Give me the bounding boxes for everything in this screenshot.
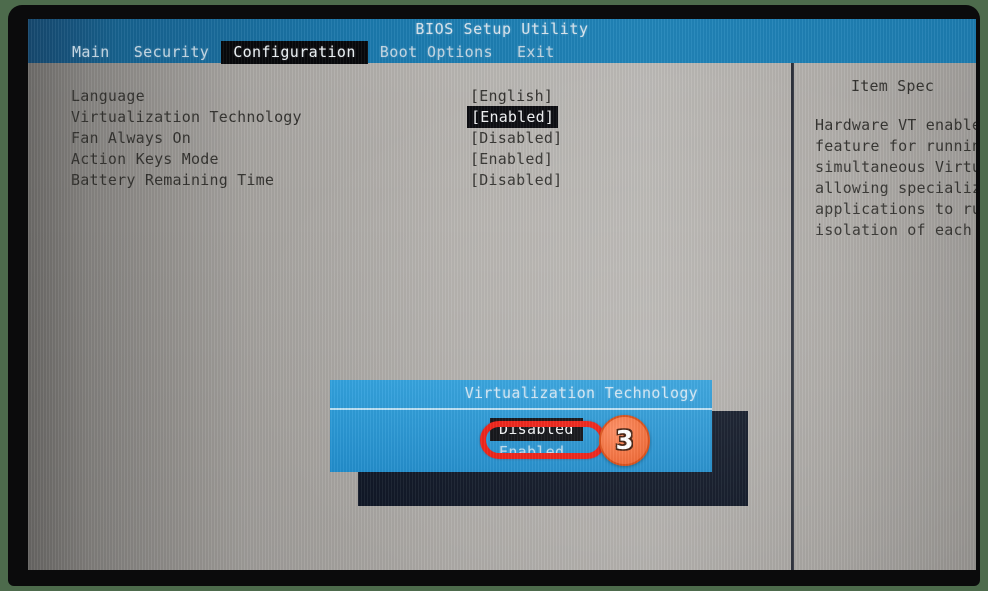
setting-value[interactable]: [Disabled] <box>468 171 564 189</box>
tab-security[interactable]: Security <box>122 41 221 64</box>
help-line: simultaneous Virtu <box>815 158 976 176</box>
setting-row-action-keys-mode[interactable]: Action Keys Mode [Enabled] <box>48 150 768 171</box>
help-panel-title: Item Spec <box>851 77 935 95</box>
setting-value[interactable]: [Enabled] <box>468 150 555 168</box>
help-line: allowing specializ <box>815 179 976 197</box>
setting-value[interactable]: [Disabled] <box>468 129 564 147</box>
setting-row-virtualization-technology[interactable]: Virtualization Technology [Enabled] <box>48 107 768 129</box>
setting-label: Fan Always On <box>71 129 191 147</box>
settings-list: Language [English] Virtualization Techno… <box>48 87 768 192</box>
help-line: feature for runnin <box>815 137 976 155</box>
setting-label: Action Keys Mode <box>71 150 219 168</box>
annotation-step-badge: 3 <box>599 415 650 466</box>
annotation-step-number: 3 <box>615 425 634 456</box>
setting-label: Language <box>71 87 145 105</box>
tab-main[interactable]: Main <box>60 41 122 64</box>
tab-configuration[interactable]: Configuration <box>221 41 368 64</box>
tab-exit[interactable]: Exit <box>505 41 567 64</box>
photo-frame: BIOS Setup Utility Main Security Configu… <box>0 0 988 591</box>
page-title: BIOS Setup Utility <box>415 20 589 38</box>
menu-bar: Main Security Configuration Boot Options… <box>60 41 567 64</box>
help-line: isolation of each <box>815 221 972 239</box>
help-panel-body: Hardware VT enable feature for runnin si… <box>815 115 976 241</box>
help-line: applications to ru <box>815 200 976 218</box>
setting-value[interactable]: [Enabled] <box>468 107 558 127</box>
dialog-title: Virtualization Technology <box>464 384 698 402</box>
dialog-separator <box>330 408 712 410</box>
tab-boot-options[interactable]: Boot Options <box>368 41 505 64</box>
bios-body: Language [English] Virtualization Techno… <box>28 63 976 570</box>
setting-row-fan-always-on[interactable]: Fan Always On [Disabled] <box>48 129 768 150</box>
help-line: Hardware VT enable <box>815 116 976 134</box>
setting-row-battery-remaining-time[interactable]: Battery Remaining Time [Disabled] <box>48 171 768 192</box>
setting-label: Battery Remaining Time <box>71 171 275 189</box>
bios-header-bar: BIOS Setup Utility Main Security Configu… <box>28 19 976 64</box>
annotation-highlight-ring <box>480 421 606 459</box>
item-specific-help-panel: Item Spec Hardware VT enable feature for… <box>803 63 976 570</box>
monitor-bezel: BIOS Setup Utility Main Security Configu… <box>8 5 980 586</box>
setting-value[interactable]: [English] <box>468 87 555 105</box>
bios-screen: BIOS Setup Utility Main Security Configu… <box>28 19 976 570</box>
setting-row-language[interactable]: Language [English] <box>48 87 768 108</box>
setting-label: Virtualization Technology <box>71 108 302 126</box>
panel-divider <box>791 63 794 570</box>
